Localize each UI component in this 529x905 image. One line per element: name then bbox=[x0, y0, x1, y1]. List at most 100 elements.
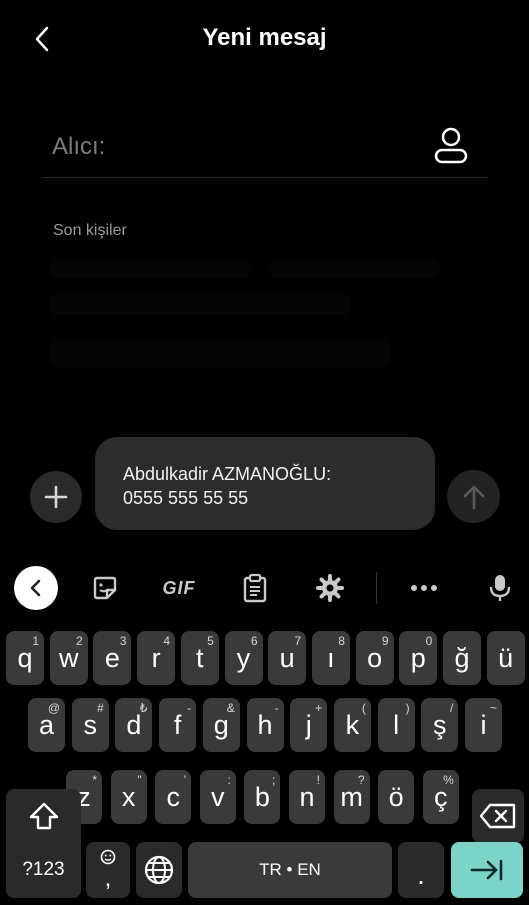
sticker-button[interactable] bbox=[83, 566, 127, 610]
toolbar-divider bbox=[376, 572, 377, 604]
key-c[interactable]: c ' bbox=[155, 770, 192, 824]
key-w[interactable]: w2 bbox=[49, 631, 88, 685]
emoji-comma-key[interactable]: , bbox=[86, 842, 130, 898]
key-ı[interactable]: ı8 bbox=[311, 631, 350, 685]
key-hint: % bbox=[443, 773, 454, 787]
key-label: h bbox=[257, 710, 273, 740]
voice-input-button[interactable] bbox=[478, 566, 522, 610]
key-f[interactable]: f- bbox=[159, 698, 197, 752]
key-m[interactable]: m? bbox=[333, 770, 370, 824]
key-label: t bbox=[196, 643, 204, 673]
key-k[interactable]: k( bbox=[333, 698, 371, 752]
key-hint: ' bbox=[183, 773, 187, 787]
key-label: b bbox=[254, 782, 270, 812]
key-ü[interactable]: ü bbox=[486, 631, 525, 685]
key-hint: # bbox=[97, 701, 104, 715]
key-i[interactable]: i ~ bbox=[465, 698, 502, 752]
globe-icon bbox=[144, 855, 174, 885]
key-hint: * bbox=[92, 773, 97, 787]
key-b[interactable]: b; bbox=[244, 770, 281, 824]
recent-contacts-label: Son kişiler bbox=[53, 222, 127, 239]
clipboard-icon bbox=[243, 573, 267, 603]
gif-button[interactable]: GIF bbox=[152, 566, 206, 610]
clipboard-button[interactable] bbox=[233, 566, 277, 610]
key-o[interactable]: o9 bbox=[355, 631, 394, 685]
key-hint: @ bbox=[47, 701, 60, 715]
key-hint: ( bbox=[361, 701, 366, 715]
space-key[interactable]: TR • EN bbox=[188, 842, 392, 898]
app-header: Yeni mesaj bbox=[0, 0, 529, 78]
key-hint: ! bbox=[316, 773, 320, 787]
key-s[interactable]: s # bbox=[71, 698, 109, 752]
key-q[interactable]: q1 bbox=[6, 631, 44, 685]
key-p[interactable]: p0 bbox=[399, 631, 438, 685]
shift-icon bbox=[29, 802, 58, 830]
key-hint: 3 bbox=[119, 634, 127, 648]
key-e[interactable]: e3 bbox=[93, 631, 132, 685]
key-hint: 6 bbox=[250, 634, 258, 648]
key-j[interactable]: j + bbox=[290, 698, 328, 752]
key-hint: & bbox=[226, 701, 235, 715]
key-label: c bbox=[166, 782, 180, 812]
person-icon bbox=[434, 127, 468, 164]
key-hint: 2 bbox=[76, 634, 83, 648]
recipient-input[interactable] bbox=[52, 130, 412, 164]
key-ş[interactable]: ş / bbox=[421, 698, 459, 752]
gif-label: GIF bbox=[162, 577, 196, 598]
recent-contact-placeholder bbox=[50, 260, 250, 278]
key-n[interactable]: n! bbox=[289, 770, 325, 824]
key-label: x bbox=[121, 782, 136, 812]
backspace-key[interactable] bbox=[472, 789, 524, 843]
symbols-key[interactable]: ?123 bbox=[6, 842, 81, 898]
add-attachment-button[interactable] bbox=[30, 471, 82, 523]
key-l[interactable]: l) bbox=[377, 698, 415, 752]
key-hint: + bbox=[315, 701, 323, 715]
key-hint: - bbox=[187, 701, 192, 715]
key-ç[interactable]: ç% bbox=[422, 770, 459, 824]
key-label: i bbox=[480, 710, 487, 740]
tab-arrow-icon bbox=[470, 859, 503, 881]
key-x[interactable]: x " bbox=[110, 770, 147, 824]
key-a[interactable]: a @ bbox=[28, 698, 65, 752]
key-label: r bbox=[151, 643, 161, 673]
key-label: ü bbox=[498, 643, 514, 673]
clipboard-suggestion-number: 0555 555 55 55 bbox=[123, 488, 249, 508]
key-ğ[interactable]: ğ bbox=[443, 631, 481, 685]
clipboard-suggestion[interactable]: Abdulkadir AZMANOĞLU: 0555 555 55 55 bbox=[95, 437, 435, 530]
comma-label: , bbox=[104, 865, 112, 892]
key-hint: ? bbox=[357, 773, 365, 787]
key-y[interactable]: y6 bbox=[224, 631, 263, 685]
key-t[interactable]: t5 bbox=[180, 631, 219, 685]
key-v[interactable]: v: bbox=[199, 770, 236, 824]
key-g[interactable]: g & bbox=[202, 698, 240, 752]
more-options-button[interactable] bbox=[402, 566, 446, 610]
key-label: ş bbox=[433, 710, 447, 740]
key-ö[interactable]: ö bbox=[378, 770, 415, 824]
key-d[interactable]: d ₺ bbox=[115, 698, 153, 752]
period-key[interactable]: . bbox=[398, 842, 444, 898]
key-u[interactable]: u7 bbox=[268, 631, 307, 685]
recent-contact-placeholder bbox=[50, 340, 390, 368]
send-button[interactable] bbox=[447, 470, 500, 523]
key-hint: ₺ bbox=[139, 701, 148, 715]
key-hint: ) bbox=[405, 701, 410, 715]
key-r[interactable]: r4 bbox=[137, 631, 176, 685]
recent-contact-placeholder bbox=[50, 295, 350, 315]
plus-icon bbox=[44, 485, 68, 509]
key-hint: : bbox=[227, 773, 231, 787]
collapse-toolbar-button[interactable] bbox=[14, 566, 58, 610]
key-label: k bbox=[345, 710, 360, 740]
contact-picker-button[interactable] bbox=[432, 126, 470, 166]
recent-contacts-list bbox=[30, 250, 500, 400]
page-title: Yeni mesaj bbox=[202, 24, 327, 51]
key-h[interactable]: h- bbox=[246, 698, 284, 752]
key-label: u bbox=[279, 643, 295, 673]
enter-key[interactable] bbox=[451, 842, 523, 898]
settings-button[interactable] bbox=[308, 566, 352, 610]
gear-icon bbox=[316, 574, 344, 602]
chevron-left-icon bbox=[30, 579, 41, 597]
language-key[interactable] bbox=[136, 842, 182, 898]
recent-contact-placeholder bbox=[270, 260, 440, 278]
key-label: l bbox=[393, 710, 400, 740]
key-label: ö bbox=[388, 782, 404, 812]
